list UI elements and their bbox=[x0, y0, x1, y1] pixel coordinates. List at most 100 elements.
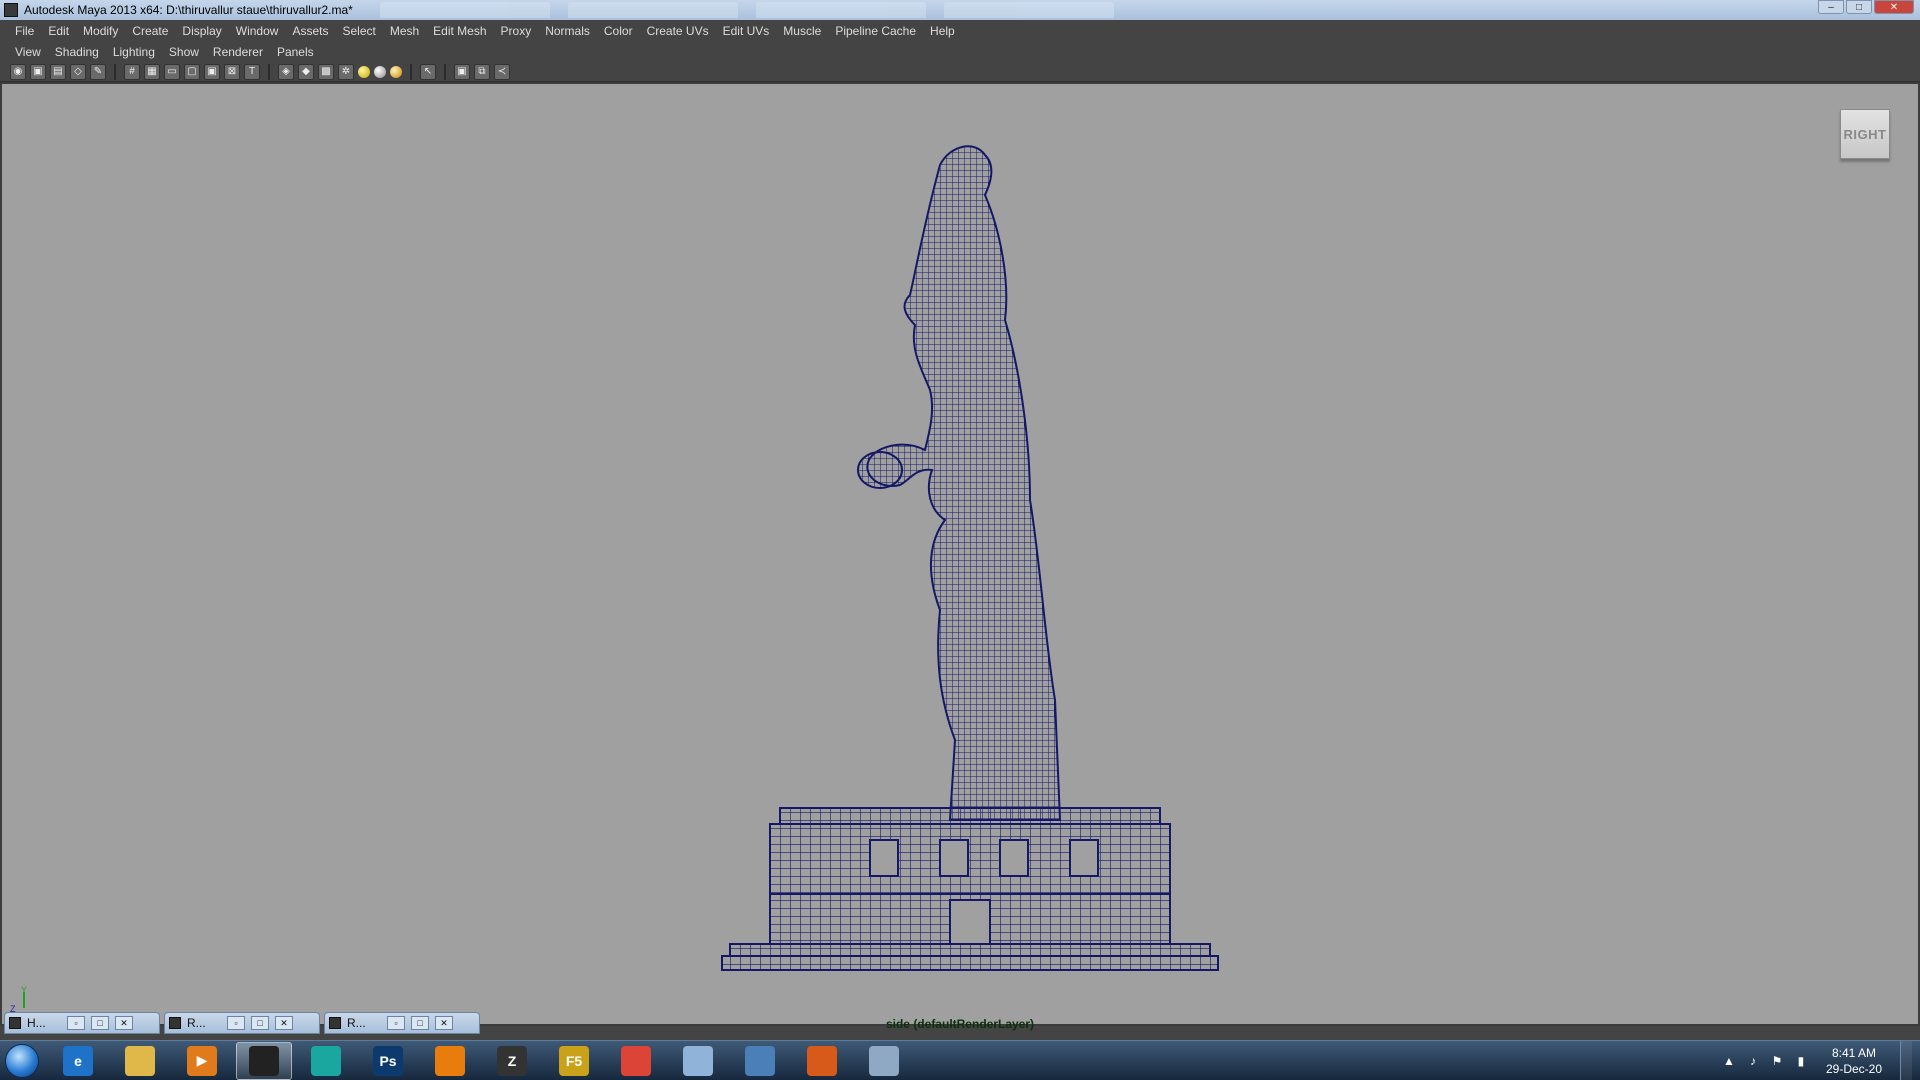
toolbar-separator bbox=[410, 63, 412, 80]
panel-toolbar: ◉ ▣ ▤ ◇ ✎ # ▦ ▭ ▢ ▣ ⊠ T ◈ ◆ ▩ ✲ ↖ ▣ ⧉ ≺ bbox=[0, 62, 1920, 82]
action-center-icon[interactable]: ⚑ bbox=[1770, 1054, 1784, 1068]
taskbar-app-button[interactable] bbox=[422, 1042, 478, 1080]
maximize-button[interactable]: □ bbox=[251, 1016, 269, 1030]
hypershade-icon[interactable]: ⧉ bbox=[474, 63, 490, 80]
toolbar-separator bbox=[114, 63, 116, 80]
show-hidden-icons-icon[interactable]: ▲ bbox=[1722, 1054, 1736, 1068]
internet-explorer-icon: e bbox=[63, 1045, 93, 1076]
blender-icon bbox=[435, 1045, 465, 1076]
grid-icon[interactable]: ▦ bbox=[144, 63, 160, 80]
restore-button[interactable]: ▫ bbox=[67, 1016, 85, 1030]
isolate-select-icon[interactable]: ⊠ bbox=[224, 63, 240, 80]
volume-icon[interactable]: ♪ bbox=[1746, 1054, 1760, 1068]
maximize-button[interactable]: □ bbox=[91, 1016, 109, 1030]
connections-icon[interactable]: ≺ bbox=[494, 63, 510, 80]
minimized-window-label: R... bbox=[347, 1016, 366, 1030]
camera-select-icon[interactable]: ◉ bbox=[10, 63, 26, 80]
taskbar-app-button[interactable]: e bbox=[50, 1042, 106, 1080]
maximize-button[interactable]: □ bbox=[1846, 0, 1872, 14]
menu-create[interactable]: Create bbox=[125, 20, 175, 42]
menu-assets[interactable]: Assets bbox=[285, 20, 335, 42]
show-desktop-button[interactable] bbox=[1900, 1041, 1912, 1080]
taskbar-app-button[interactable] bbox=[732, 1042, 788, 1080]
panel-menu-show[interactable]: Show bbox=[162, 45, 206, 59]
background-tab bbox=[944, 2, 1114, 18]
smooth-shade-icon[interactable]: ◈ bbox=[278, 63, 294, 80]
toolbar-separator bbox=[268, 63, 270, 80]
menu-edit-uvs[interactable]: Edit UVs bbox=[716, 20, 777, 42]
taskbar-app-button[interactable] bbox=[236, 1041, 292, 1080]
close-button[interactable]: ✕ bbox=[275, 1016, 293, 1030]
menu-edit[interactable]: Edit bbox=[41, 20, 76, 42]
film-gate-icon[interactable]: ▭ bbox=[164, 63, 180, 80]
menu-create-uvs[interactable]: Create UVs bbox=[640, 20, 716, 42]
taskbar-app-button[interactable]: Ps bbox=[360, 1042, 416, 1080]
menu-color[interactable]: Color bbox=[597, 20, 640, 42]
taskbar-app-button[interactable] bbox=[856, 1042, 912, 1080]
close-button[interactable]: ✕ bbox=[435, 1016, 453, 1030]
taskbar-app-button[interactable]: Z bbox=[484, 1042, 540, 1080]
menu-edit-mesh[interactable]: Edit Mesh bbox=[426, 20, 493, 42]
taskbar-app-button[interactable]: F5 bbox=[546, 1042, 602, 1080]
minimized-window[interactable]: R... ▫ □ ✕ bbox=[324, 1012, 480, 1034]
taskbar-app-button[interactable]: ▶ bbox=[174, 1042, 230, 1080]
panel-menu-view[interactable]: View bbox=[8, 45, 48, 59]
safe-action-icon[interactable]: ▣ bbox=[204, 63, 220, 80]
menu-proxy[interactable]: Proxy bbox=[494, 20, 539, 42]
network-icon[interactable]: ▮ bbox=[1794, 1054, 1808, 1068]
statue-hand bbox=[857, 451, 903, 489]
menu-select[interactable]: Select bbox=[335, 20, 382, 42]
resolution-gate-icon[interactable]: ▢ bbox=[184, 63, 200, 80]
menu-mesh[interactable]: Mesh bbox=[383, 20, 426, 42]
view-cube-icon[interactable]: ▣ bbox=[454, 63, 470, 80]
taskbar-app-button[interactable] bbox=[608, 1042, 664, 1080]
restore-button[interactable]: ▫ bbox=[227, 1016, 245, 1030]
textured-icon[interactable]: ▩ bbox=[318, 63, 334, 80]
xray-icon[interactable]: T bbox=[244, 63, 260, 80]
paw-app-icon bbox=[807, 1045, 837, 1076]
ambient-occlusion-icon[interactable] bbox=[374, 65, 386, 78]
panel-menu-renderer[interactable]: Renderer bbox=[206, 45, 270, 59]
taskbar-app-button[interactable] bbox=[794, 1042, 850, 1080]
minimized-window[interactable]: H... ▫ □ ✕ bbox=[4, 1012, 160, 1034]
menu-modify[interactable]: Modify bbox=[76, 20, 125, 42]
panel-menu-lighting[interactable]: Lighting bbox=[106, 45, 162, 59]
panel-menu-panels[interactable]: Panels bbox=[270, 45, 321, 59]
taskbar-app-button[interactable] bbox=[670, 1042, 726, 1080]
f5-icon: F5 bbox=[559, 1045, 589, 1076]
menu-pipeline-cache[interactable]: Pipeline Cache bbox=[828, 20, 923, 42]
pedestal-body bbox=[769, 823, 1171, 895]
menu-normals[interactable]: Normals bbox=[538, 20, 597, 42]
menu-file[interactable]: File bbox=[8, 20, 41, 42]
shadows-icon[interactable] bbox=[358, 65, 370, 78]
grease-pencil-icon[interactable]: ✎ bbox=[90, 63, 106, 80]
window-icon bbox=[169, 1017, 181, 1029]
view-cube[interactable]: RIGHT bbox=[1840, 109, 1890, 159]
start-button[interactable] bbox=[0, 1041, 44, 1080]
menu-muscle[interactable]: Muscle bbox=[776, 20, 828, 42]
bookmarks-icon[interactable]: ▤ bbox=[50, 63, 66, 80]
panel-menu-shading[interactable]: Shading bbox=[48, 45, 106, 59]
pedestal-window bbox=[939, 839, 969, 877]
camera-attributes-icon[interactable]: ▣ bbox=[30, 63, 46, 80]
taskbar-app-button[interactable] bbox=[298, 1042, 354, 1080]
image-plane-icon[interactable]: ◇ bbox=[70, 63, 86, 80]
menu-help[interactable]: Help bbox=[923, 20, 962, 42]
wireframe-icon[interactable]: # bbox=[124, 63, 140, 80]
select-camera-icon[interactable]: ↖ bbox=[420, 63, 436, 80]
menu-display[interactable]: Display bbox=[175, 20, 228, 42]
flat-shade-icon[interactable]: ◆ bbox=[298, 63, 314, 80]
menu-window[interactable]: Window bbox=[229, 20, 286, 42]
close-button[interactable]: ✕ bbox=[115, 1016, 133, 1030]
clock[interactable]: 8:41 AM 29-Dec-20 bbox=[1826, 1045, 1882, 1077]
two-sided-lighting-icon[interactable] bbox=[390, 65, 402, 78]
close-button[interactable]: ✕ bbox=[1874, 0, 1914, 14]
restore-button[interactable]: ▫ bbox=[387, 1016, 405, 1030]
lights-icon[interactable]: ✲ bbox=[338, 63, 354, 80]
statue-wireframe[interactable] bbox=[700, 140, 1230, 1010]
minimize-button[interactable]: – bbox=[1818, 0, 1844, 14]
maximize-button[interactable]: □ bbox=[411, 1016, 429, 1030]
minimized-window[interactable]: R... ▫ □ ✕ bbox=[164, 1012, 320, 1034]
background-browser-tabs bbox=[380, 0, 1114, 20]
taskbar-app-button[interactable] bbox=[112, 1042, 168, 1080]
